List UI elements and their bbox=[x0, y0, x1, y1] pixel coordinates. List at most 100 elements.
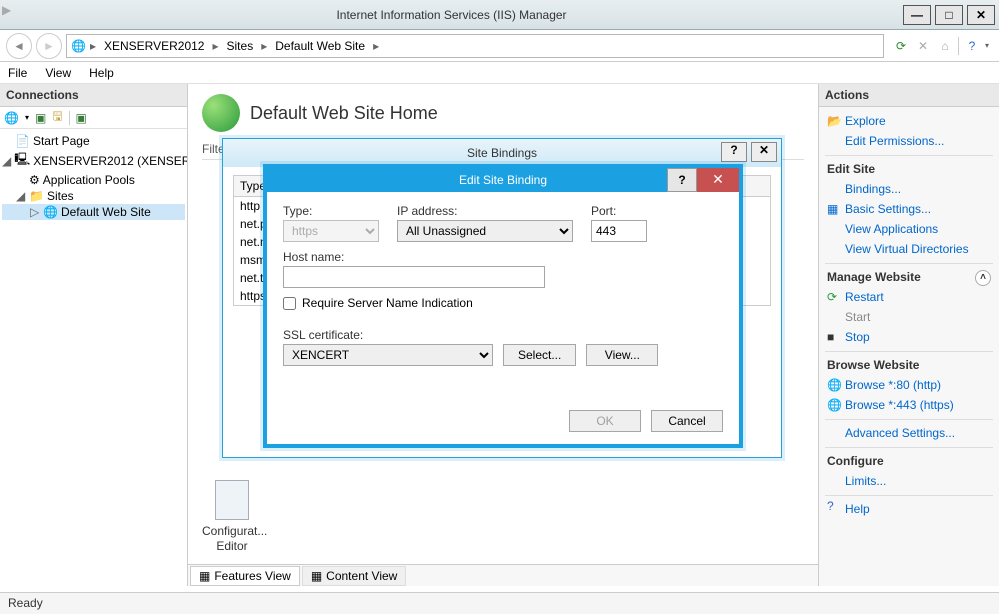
action-browse-80[interactable]: 🌐Browse *:80 (http) bbox=[825, 375, 993, 395]
tree-sites[interactable]: ◢ 📁 Sites bbox=[2, 188, 185, 204]
action-help[interactable]: ?Help bbox=[825, 495, 993, 519]
connections-header: Connections bbox=[0, 84, 187, 107]
dialog-close-button[interactable]: ✕ bbox=[697, 168, 739, 192]
feature-label: Configurat...Editor bbox=[202, 524, 262, 554]
action-start: ▶Start bbox=[825, 307, 993, 327]
view-cert-button[interactable]: View... bbox=[586, 344, 658, 366]
connections-toolbar: 🌐▾ ▣ 🖫 ▣ bbox=[0, 107, 187, 129]
home-icon[interactable]: ⌂ bbox=[936, 37, 954, 55]
chevron-right-icon: ▸ bbox=[259, 39, 269, 53]
actions-header: Actions bbox=[819, 84, 999, 107]
action-basic-settings[interactable]: ▦Basic Settings... bbox=[825, 199, 993, 219]
breadcrumb[interactable]: 🌐 ▸ XENSERVER2012 ▸ Sites ▸ Default Web … bbox=[66, 34, 884, 58]
action-view-apps[interactable]: View Applications bbox=[825, 219, 993, 239]
action-stop[interactable]: ■Stop bbox=[825, 327, 993, 347]
refresh-icon[interactable]: ⟳ bbox=[892, 37, 910, 55]
action-advanced-settings[interactable]: Advanced Settings... bbox=[825, 419, 993, 443]
content-icon: ▦ bbox=[311, 569, 322, 583]
help-icon[interactable]: ? bbox=[963, 37, 981, 55]
sni-checkbox-row[interactable]: Require Server Name Indication bbox=[283, 296, 723, 310]
hostname-label: Host name: bbox=[283, 250, 723, 264]
breadcrumb-site[interactable]: Default Web Site bbox=[271, 39, 369, 53]
tree-default-web-site[interactable]: ▷ 🌐 Default Web Site bbox=[2, 204, 185, 220]
collapse-icon[interactable]: ˄ bbox=[975, 270, 991, 286]
browse-icon: 🌐 bbox=[827, 398, 841, 412]
maximize-button[interactable]: □ bbox=[935, 5, 963, 25]
menu-file[interactable]: File bbox=[8, 66, 27, 80]
tree-app-pools[interactable]: ⚙ Application Pools bbox=[2, 172, 185, 188]
tree-server[interactable]: ◢ 🖳 XENSERVER2012 (XENSERV... bbox=[2, 149, 185, 172]
expand-icon[interactable]: ▷ bbox=[30, 205, 40, 219]
ip-select[interactable]: All Unassigned bbox=[397, 220, 573, 242]
action-edit-permissions[interactable]: Edit Permissions... bbox=[825, 131, 993, 151]
tab-features-view[interactable]: ▦ Features View bbox=[190, 566, 300, 586]
field-ip: IP address: All Unassigned bbox=[397, 204, 573, 242]
action-view-vdirs[interactable]: View Virtual Directories bbox=[825, 239, 993, 259]
action-limits[interactable]: Limits... bbox=[825, 471, 993, 491]
settings-icon: ▦ bbox=[827, 202, 841, 216]
connections-tree: 📄 Start Page ◢ 🖳 XENSERVER2012 (XENSERV.… bbox=[0, 129, 187, 586]
tree-label: Application Pools bbox=[43, 173, 135, 187]
menu-help[interactable]: Help bbox=[89, 66, 114, 80]
collapse-icon[interactable]: ◢ bbox=[2, 154, 11, 168]
ok-button: OK bbox=[569, 410, 641, 432]
port-input[interactable] bbox=[591, 220, 647, 242]
tree-label: Default Web Site bbox=[61, 205, 151, 219]
feature-config-editor[interactable]: Configurat...Editor bbox=[202, 480, 262, 554]
nav-bar: ◄ ► 🌐 ▸ XENSERVER2012 ▸ Sites ▸ Default … bbox=[0, 30, 999, 62]
dialog-close-button[interactable]: ✕ bbox=[751, 142, 777, 162]
app-pools-icon: ⚙ bbox=[29, 173, 40, 187]
dialog-titlebar: Site Bindings ? ✕ bbox=[223, 139, 781, 167]
action-explore[interactable]: 📂Explore bbox=[825, 111, 993, 131]
menu-view[interactable]: View bbox=[45, 66, 71, 80]
action-bindings[interactable]: Bindings... bbox=[825, 179, 993, 199]
dialog-help-button[interactable]: ? bbox=[721, 142, 747, 162]
tab-label: Features View bbox=[214, 569, 290, 583]
action-browse-443[interactable]: 🌐Browse *:443 (https) bbox=[825, 395, 993, 415]
save-icon[interactable]: 🖫 bbox=[52, 107, 62, 128]
heading-manage-website: Manage Website ˄ bbox=[825, 263, 993, 287]
close-button[interactable]: ✕ bbox=[967, 5, 995, 25]
tree-label: XENSERVER2012 (XENSERV... bbox=[33, 154, 187, 168]
cancel-button[interactable]: Cancel bbox=[651, 410, 723, 432]
window-controls: — □ ✕ bbox=[903, 5, 999, 25]
connect-icon[interactable]: 🌐 bbox=[4, 111, 19, 125]
tab-content-view[interactable]: ▦ Content View bbox=[302, 566, 407, 586]
menu-bar: File View Help bbox=[0, 62, 999, 84]
site-home-icon bbox=[202, 94, 240, 132]
select-cert-button[interactable]: Select... bbox=[503, 344, 576, 366]
up-icon[interactable]: ▣ bbox=[76, 111, 87, 125]
tab-label: Content View bbox=[326, 569, 397, 583]
breadcrumb-sites[interactable]: Sites bbox=[223, 39, 258, 53]
view-tabs: ▦ Features View ▦ Content View bbox=[188, 564, 818, 586]
dialog-help-button[interactable]: ? bbox=[667, 168, 697, 192]
heading-configure: Configure bbox=[825, 447, 993, 471]
field-ssl-cert: SSL certificate: XENCERT Select... View.… bbox=[283, 328, 723, 366]
back-button[interactable]: ◄ bbox=[6, 33, 32, 59]
connections-panel: Connections 🌐▾ ▣ 🖫 ▣ 📄 Start Page ◢ 🖳 XE… bbox=[0, 84, 188, 586]
tree-label: Start Page bbox=[33, 134, 90, 148]
field-port: Port: bbox=[591, 204, 647, 242]
action-restart[interactable]: ⟳Restart bbox=[825, 287, 993, 307]
ssl-select[interactable]: XENCERT bbox=[283, 344, 493, 366]
hostname-input[interactable] bbox=[283, 266, 545, 288]
stop-icon[interactable]: ✕ bbox=[914, 37, 932, 55]
nav-icons: ⟳ ✕ ⌂ ? ▾ bbox=[888, 37, 993, 55]
tree-start-page[interactable]: 📄 Start Page bbox=[2, 133, 185, 149]
minimize-button[interactable]: — bbox=[903, 5, 931, 25]
dialog-edit-site-binding: Edit Site Binding ? ✕ Type: https IP add… bbox=[263, 164, 743, 448]
type-select: https bbox=[283, 220, 379, 242]
ip-label: IP address: bbox=[397, 204, 573, 218]
dialog-titlebar[interactable]: Edit Site Binding ? ✕ bbox=[267, 168, 739, 192]
play-icon: ▶ bbox=[2, 3, 16, 17]
page-title: Default Web Site Home bbox=[250, 103, 438, 124]
field-type: Type: https bbox=[283, 204, 379, 242]
breadcrumb-server[interactable]: XENSERVER2012 bbox=[100, 39, 209, 53]
forward-button[interactable]: ► bbox=[36, 33, 62, 59]
config-editor-icon bbox=[215, 480, 249, 520]
tree-expand-icon[interactable]: ▣ bbox=[35, 111, 46, 125]
ssl-label: SSL certificate: bbox=[283, 328, 723, 342]
sni-checkbox[interactable] bbox=[283, 297, 296, 310]
heading-browse-website: Browse Website bbox=[825, 351, 993, 375]
collapse-icon[interactable]: ◢ bbox=[16, 189, 26, 203]
